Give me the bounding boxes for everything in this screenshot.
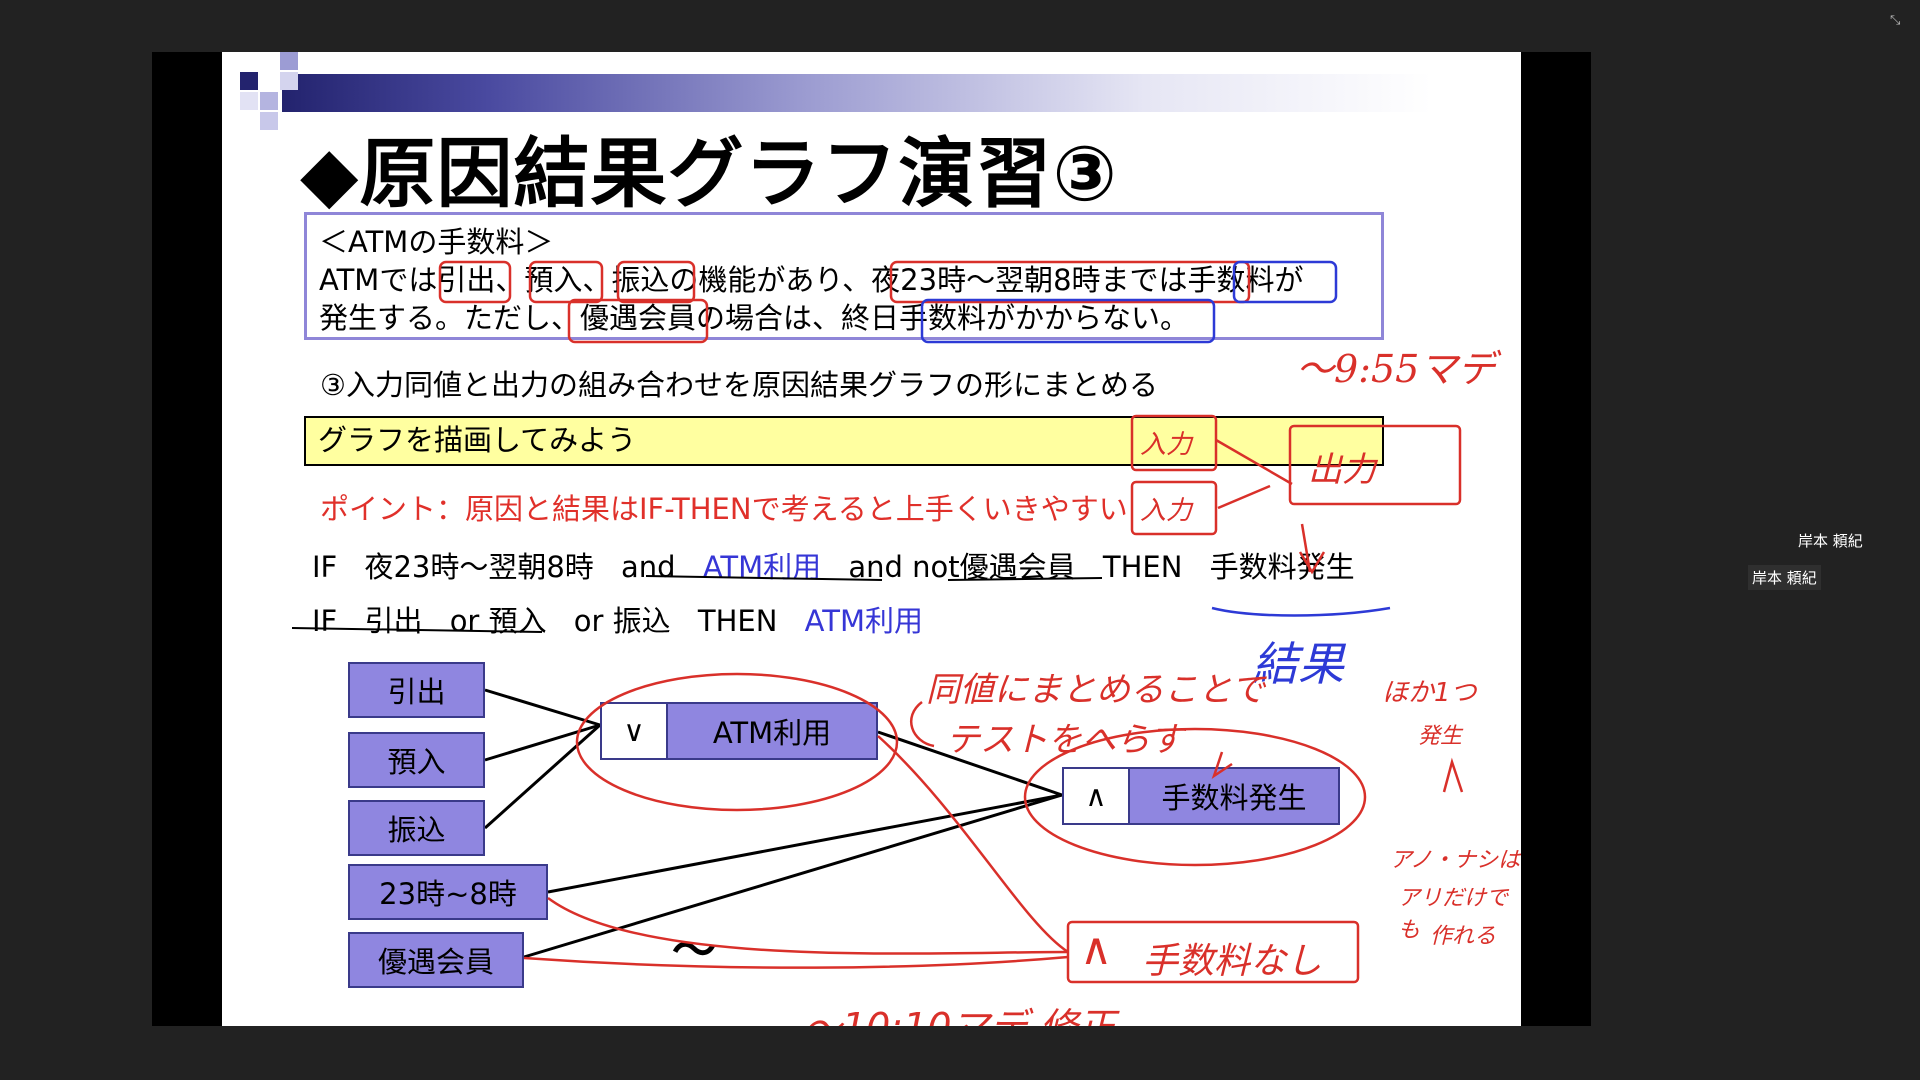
ink-input-1: 入力 bbox=[1140, 430, 1193, 460]
ink-right-1: ほか1つ bbox=[1382, 678, 1477, 708]
ink-input-2: 入力 bbox=[1140, 496, 1193, 526]
ink-right-3: アノ・ナシは bbox=[1390, 848, 1521, 873]
slide: ◆原因結果グラフ演習③ ＜ATMの手数料＞ ATMでは引出、預入、振込の機能があ… bbox=[222, 52, 1521, 1026]
collapse-arrows-icon[interactable]: ⤡ bbox=[1890, 14, 1904, 28]
ink-output: 出力 bbox=[1308, 450, 1376, 490]
ink-and-symbol: ∧ bbox=[1080, 924, 1113, 975]
ink-no-fee: 手数料なし bbox=[1142, 941, 1323, 982]
participant-name-label: 岸本 頼紀 bbox=[1748, 565, 1821, 590]
ink-overlay bbox=[291, 260, 1464, 984]
participant-name-top: 岸本 頼紀 bbox=[1798, 532, 1863, 550]
ink-equiv-1: 同値にまとめることで bbox=[926, 670, 1265, 710]
ink-result: 結果 bbox=[1252, 637, 1344, 691]
ink-right-2: 発生 bbox=[1418, 724, 1463, 749]
ink-right-5: 作れる bbox=[1430, 924, 1497, 949]
ink-time-2: ～10:10マデ 修正 bbox=[804, 996, 1116, 1026]
ink-time-1: ～9:55マデ bbox=[1296, 347, 1496, 391]
ink-equiv-2: テストをへらす bbox=[946, 720, 1184, 760]
